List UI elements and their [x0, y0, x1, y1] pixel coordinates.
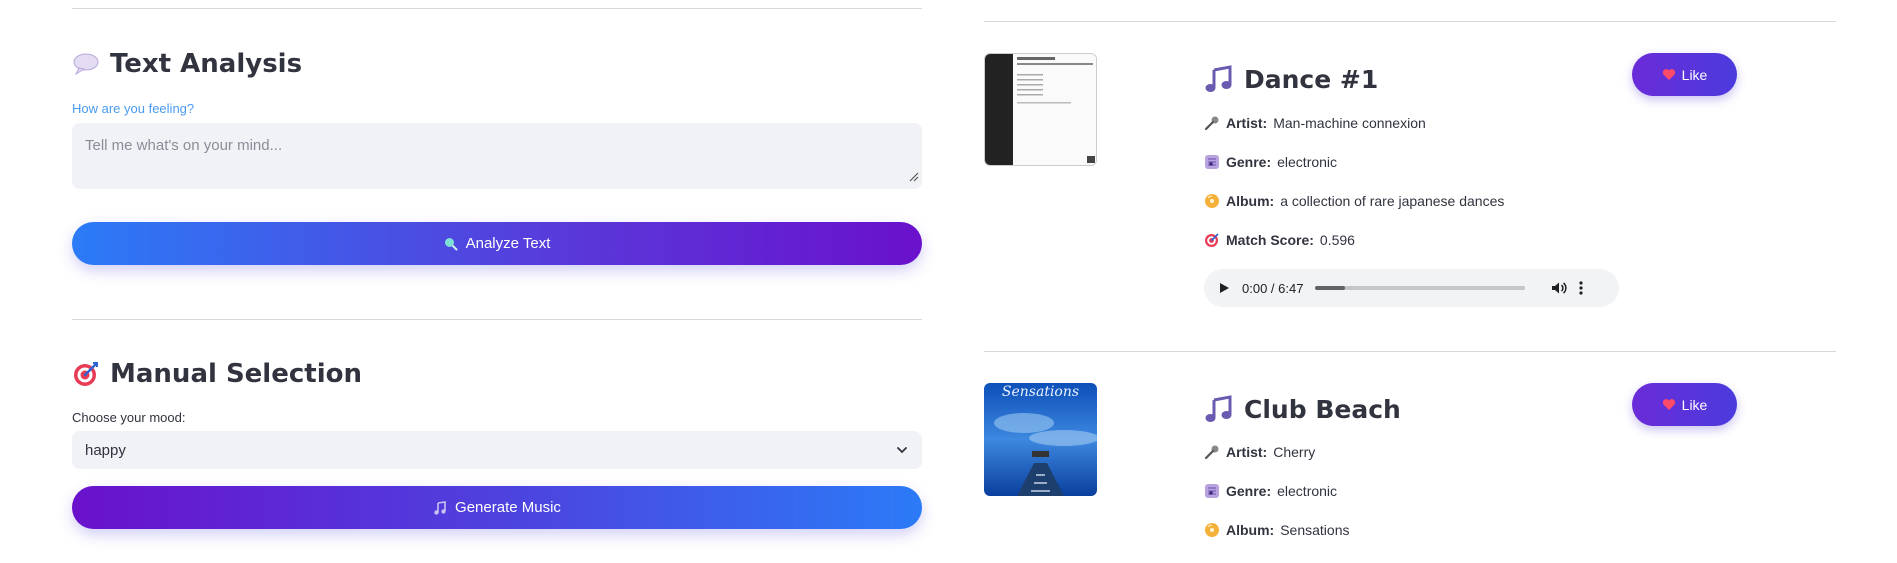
music-score-icon — [1204, 154, 1220, 170]
genre-label: Genre: — [1226, 154, 1272, 170]
play-icon[interactable] — [1218, 282, 1230, 294]
album-label: Album: — [1226, 193, 1275, 209]
more-options-icon[interactable] — [1579, 281, 1584, 295]
artist-label: Artist: — [1226, 115, 1268, 131]
mood-label: Choose your mood: — [72, 410, 186, 425]
track-title: Club Beach — [1204, 394, 1401, 424]
like-label: Like — [1681, 66, 1708, 83]
audio-time: 0:00 / 6:47 — [1242, 280, 1304, 296]
album-value: a collection of rare japanese dances — [1280, 193, 1505, 209]
text-analysis-title: Text Analysis — [72, 49, 302, 79]
artist-row: Artist: Cherry — [1204, 444, 1315, 460]
volume-icon[interactable] — [1551, 280, 1568, 296]
mood-selected-value: happy — [85, 441, 126, 459]
feeling-textarea[interactable]: Tell me what's on your mind... — [72, 123, 922, 189]
resize-handle-icon[interactable] — [909, 169, 919, 186]
heart-icon — [1662, 68, 1676, 81]
divider-top-right — [984, 21, 1836, 22]
album-value: Sensations — [1280, 522, 1350, 538]
analyze-text-label: Analyze Text — [465, 235, 551, 252]
manual-selection-title: Manual Selection — [72, 359, 362, 389]
album-cover-title: Sensations — [1001, 384, 1080, 400]
divider-mid-left — [72, 319, 922, 320]
disc-icon — [1204, 522, 1220, 538]
album-cover-sensations: Sensations — [984, 383, 1097, 496]
music-notes-icon — [1204, 64, 1234, 94]
artist-value: Man-machine connexion — [1273, 115, 1426, 131]
artist-row: Artist: Man-machine connexion — [1204, 115, 1426, 131]
analyze-text-button[interactable]: Analyze Text — [72, 222, 922, 265]
genre-row: Genre: electronic — [1204, 483, 1337, 499]
microphone-icon — [1204, 115, 1220, 131]
track-title-text: Dance #1 — [1244, 64, 1379, 94]
album-row: Album: a collection of rare japanese dan… — [1204, 193, 1504, 209]
music-note-icon — [433, 500, 447, 515]
album-cover-dance — [984, 53, 1097, 166]
heart-icon — [1662, 398, 1676, 411]
genre-label: Genre: — [1226, 483, 1272, 499]
like-label: Like — [1681, 396, 1708, 413]
like-button[interactable]: Like — [1632, 383, 1737, 426]
genre-row: Genre: electronic — [1204, 154, 1337, 170]
artist-value: Cherry — [1273, 444, 1316, 460]
music-notes-icon — [1204, 394, 1234, 424]
track-title: Dance #1 — [1204, 64, 1378, 94]
mood-select[interactable]: happy — [72, 431, 922, 469]
feeling-placeholder: Tell me what's on your mind... — [85, 137, 283, 154]
chevron-down-icon — [895, 443, 909, 457]
match-score-label: Match Score: — [1226, 232, 1314, 248]
genre-value: electronic — [1277, 154, 1338, 170]
audio-player[interactable]: 0:00 / 6:47 — [1204, 269, 1619, 307]
target-small-icon — [1204, 232, 1220, 248]
magnifier-icon — [444, 237, 458, 251]
match-score-value: 0.596 — [1319, 232, 1355, 248]
divider-top-left — [72, 8, 922, 9]
target-icon — [72, 360, 100, 388]
album-label: Album: — [1226, 522, 1275, 538]
generate-music-label: Generate Music — [455, 499, 561, 516]
microphone-icon — [1204, 444, 1220, 460]
speech-bubble-icon — [72, 52, 100, 76]
disc-icon — [1204, 193, 1220, 209]
divider-mid-right — [984, 351, 1836, 352]
manual-selection-title-text: Manual Selection — [110, 359, 362, 389]
track-title-text: Club Beach — [1244, 394, 1401, 424]
genre-value: electronic — [1277, 483, 1338, 499]
feeling-label: How are you feeling? — [72, 101, 195, 116]
text-analysis-title-text: Text Analysis — [110, 49, 303, 79]
audio-progress-fill — [1315, 286, 1345, 290]
artist-label: Artist: — [1226, 444, 1268, 460]
generate-music-button[interactable]: Generate Music — [72, 486, 922, 529]
album-row: Album: Sensations — [1204, 522, 1350, 538]
match-score-row: Match Score: 0.596 — [1204, 232, 1355, 248]
audio-progress-bar[interactable] — [1315, 286, 1526, 290]
music-score-icon — [1204, 483, 1220, 499]
like-button[interactable]: Like — [1632, 53, 1737, 96]
